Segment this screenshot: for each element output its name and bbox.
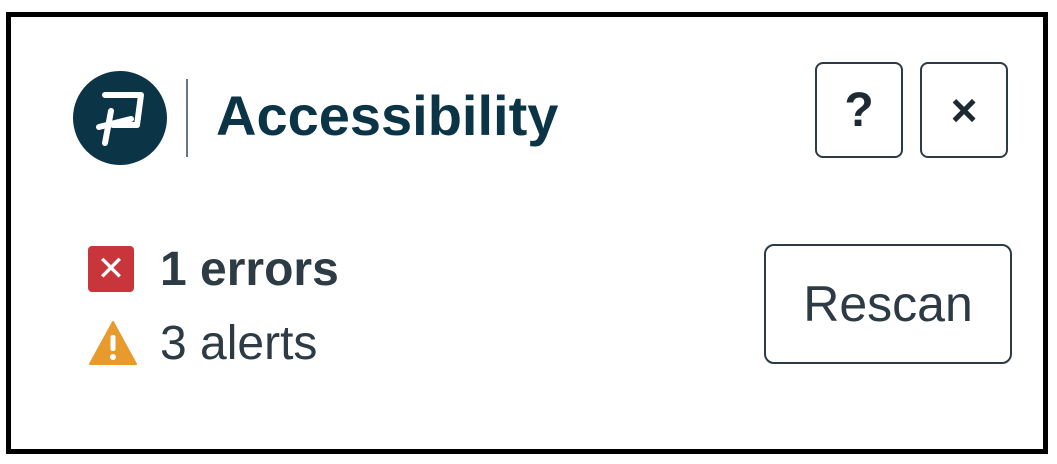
close-button[interactable]: × — [920, 62, 1008, 158]
error-x-icon: ✕ — [88, 246, 134, 292]
alerts-summary[interactable]: 3 alerts — [88, 315, 317, 371]
accessibility-panel: Accessibility ? × ✕ 1 errors 3 alerts Re… — [6, 12, 1048, 454]
close-icon: × — [950, 84, 978, 136]
panel-title: Accessibility — [216, 84, 559, 147]
errors-summary[interactable]: ✕ 1 errors — [88, 241, 339, 297]
help-button[interactable]: ? — [815, 62, 903, 158]
errors-count-label: 1 errors — [160, 242, 339, 296]
question-mark-icon: ? — [844, 83, 874, 137]
header-divider — [186, 79, 188, 157]
warning-triangle-icon — [89, 321, 137, 365]
alerts-count-label: 3 alerts — [160, 316, 318, 370]
rescan-button[interactable]: Rescan — [764, 244, 1012, 364]
brand-logo-icon — [73, 71, 167, 165]
